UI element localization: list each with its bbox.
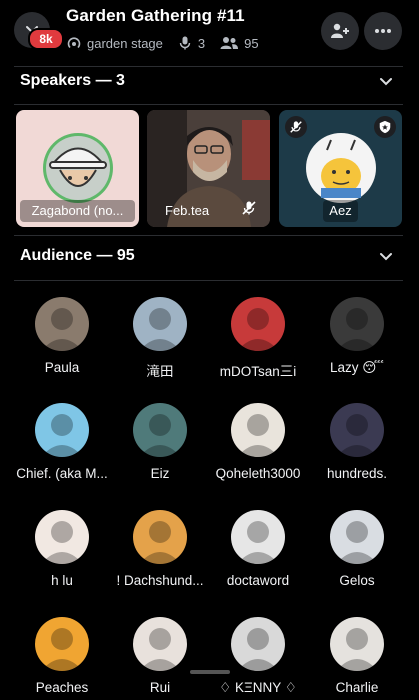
avatar-portrait [41,628,83,671]
audience-member[interactable]: Eiz [108,403,212,481]
avatar-portrait [139,628,181,671]
audience-member[interactable]: Charlie [305,617,409,695]
avatar-portrait [139,521,181,564]
avatar [133,403,187,457]
avatar [133,510,187,564]
avatar-portrait [336,308,378,351]
avatar-portrait [41,308,83,351]
audience-member[interactable]: doctaword [206,510,310,588]
invite-button[interactable] [321,12,359,50]
divider [14,235,403,236]
speaker-name: Feb.tea [165,203,210,218]
mic-muted-indicator [285,116,307,138]
audience-member-name: mDOTsan三i [219,364,297,379]
mic-muted-indicator [238,197,260,219]
avatar-portrait [237,414,279,457]
avatar [35,510,89,564]
avatar-portrait [41,521,83,564]
moderator-indicator [374,116,396,138]
audience-member-name: Qoheleth3000 [215,466,301,481]
audience-member[interactable]: Rui [108,617,212,695]
audience-member-name: hundreds. [326,466,388,481]
avatar-portrait [237,628,279,671]
avatar [231,510,285,564]
avatar-portrait [237,521,279,564]
audience-member[interactable]: hundreds. [305,403,409,481]
audience-member-name: ♢ KΞNNY ♢ [219,680,297,695]
add-user-icon [331,23,349,38]
stage-header: 8k Garden Gathering #11 garden stage 3 9… [0,0,419,62]
speaker-name: Aez [323,200,358,222]
avatar [330,297,384,351]
divider [14,280,403,281]
avatar-portrait [139,308,181,351]
avatar [35,297,89,351]
notification-badge: 8k [28,28,64,50]
audience-member[interactable]: Lazy 😴 [305,297,409,376]
more-icon [375,29,391,33]
avatar [231,403,285,457]
audience-member-name: Peaches [35,680,89,695]
audience-member[interactable]: Paula [10,297,114,375]
audience-member[interactable]: Gelos [305,510,409,588]
audience-member[interactable]: Chief. (aka M... [10,403,114,481]
audience-member-name: ! Dachshund... [116,573,204,588]
audience-member-name: Lazy 😴 [330,360,384,375]
stage-name: garden stage [87,35,163,51]
home-indicator [190,670,230,674]
speakers-section-title: Speakers — 3 [20,72,125,89]
avatar [330,510,384,564]
avatar-portrait [237,308,279,351]
speaker-name: Zagabond (no... [20,200,135,222]
avatar [35,617,89,671]
audience-member[interactable]: 滝田 [108,297,212,380]
audience-member[interactable]: ! Dachshund... [108,510,212,588]
audience-member[interactable]: h lu [10,510,114,588]
more-options-button[interactable] [364,12,402,50]
avatar-portrait [139,414,181,457]
chevron-down-icon[interactable] [379,75,393,89]
avatar [330,617,384,671]
speaker-tile[interactable]: Zagabond (no... [16,110,139,227]
avatar [231,297,285,351]
avatar [133,617,187,671]
chevron-down-icon[interactable] [379,250,393,264]
stage-icon [67,37,81,49]
avatar [330,403,384,457]
audience-member[interactable]: mDOTsan三i [206,297,310,380]
avatar-portrait [41,414,83,457]
avatar [133,297,187,351]
audience-member-name: Charlie [335,680,379,695]
avatar [231,617,285,671]
mic-muted-icon [242,201,256,215]
audience-member[interactable]: ♢ KΞNNY ♢ [206,617,310,696]
divider [14,104,403,105]
audience-member-name: Rui [149,680,171,695]
stage-title: Garden Gathering #11 [66,6,245,25]
avatar-portrait [336,521,378,564]
speaker-tile[interactable]: Feb.tea [147,110,270,227]
audience-member-name: 滝田 [146,364,174,379]
avatar-portrait [336,414,378,457]
stage-meta: garden stage 3 95 [66,35,259,51]
avatar-portrait [336,628,378,671]
audience-member-name: Paula [44,360,80,375]
audience-member-name: h lu [51,573,73,588]
speaker-tile[interactable]: Aez [279,110,402,227]
audience-section-title: Audience — 95 [20,247,135,264]
audience-member[interactable]: Peaches [10,617,114,695]
people-icon [220,37,239,49]
speaker-count: 3 [197,35,206,51]
shield-icon [379,120,391,134]
audience-member[interactable]: Qoheleth3000 [206,403,310,481]
microphone-icon [179,36,191,50]
divider [14,66,403,67]
listener-count: 95 [244,35,259,51]
audience-member-name: Gelos [339,573,375,588]
avatar [35,403,89,457]
audience-member-name: doctaword [226,573,290,588]
audience-member-name: Eiz [150,466,170,481]
audience-member-name: Chief. (aka M... [16,466,108,481]
mic-muted-icon [290,121,302,133]
